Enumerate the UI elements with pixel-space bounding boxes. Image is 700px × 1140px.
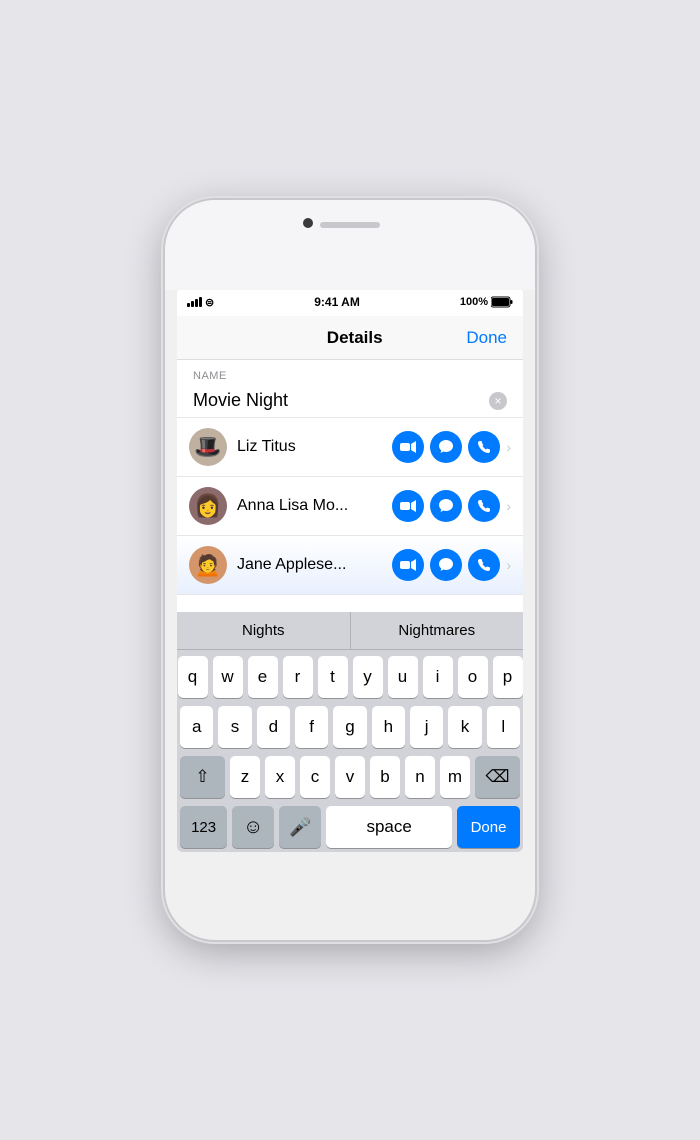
key-x[interactable]: x: [265, 756, 295, 798]
phone-btn-liz[interactable]: [468, 431, 500, 463]
key-p[interactable]: p: [493, 656, 523, 698]
video-btn-jane[interactable]: [392, 549, 424, 581]
avatar-anna: 👩: [189, 487, 227, 525]
chevron-jane: ›: [506, 557, 511, 573]
content-area: NAME Movie Night × 🎩 Liz Titus: [177, 360, 523, 612]
contact-actions-anna: [392, 490, 500, 522]
key-l[interactable]: l: [487, 706, 520, 748]
contact-name-jane: Jane Applese...: [237, 556, 392, 574]
front-camera: [303, 218, 313, 228]
status-right: 100%: [460, 296, 513, 308]
message-btn-jane[interactable]: [430, 549, 462, 581]
contact-actions-liz: [392, 431, 500, 463]
message-btn-liz[interactable]: [430, 431, 462, 463]
key-z[interactable]: z: [230, 756, 260, 798]
chevron-liz: ›: [506, 439, 511, 455]
bar2: [191, 301, 194, 307]
contact-name-liz: Liz Titus: [237, 438, 392, 456]
phone-screen: ⊜ 9:41 AM 100% Details Done NAME: [177, 288, 523, 852]
keyboard: q w e r t y u i o p a s d f g h j k: [177, 650, 523, 852]
bar4: [199, 297, 202, 307]
contact-row-liz: 🎩 Liz Titus ›: [177, 418, 523, 477]
key-q[interactable]: q: [178, 656, 208, 698]
battery-icon: [491, 296, 513, 308]
key-done[interactable]: Done: [457, 806, 520, 848]
earpiece-speaker: [320, 222, 380, 228]
key-space[interactable]: space: [326, 806, 452, 848]
key-o[interactable]: o: [458, 656, 488, 698]
key-mic[interactable]: 🎤: [279, 806, 321, 848]
phone-btn-jane[interactable]: [468, 549, 500, 581]
key-e[interactable]: e: [248, 656, 278, 698]
battery-label: 100%: [460, 296, 488, 308]
phone-btn-anna[interactable]: [468, 490, 500, 522]
nav-bar: Details Done: [177, 316, 523, 360]
clear-button[interactable]: ×: [489, 392, 507, 410]
message-btn-anna[interactable]: [430, 490, 462, 522]
video-btn-anna[interactable]: [392, 490, 424, 522]
contact-name-anna: Anna Lisa Mo...: [237, 497, 392, 515]
key-s[interactable]: s: [218, 706, 251, 748]
key-k[interactable]: k: [448, 706, 481, 748]
key-y[interactable]: y: [353, 656, 383, 698]
key-shift[interactable]: ⇧: [180, 756, 225, 798]
signal-icon: [187, 297, 202, 307]
key-row-2: a s d f g h j k l: [180, 706, 520, 748]
key-m[interactable]: m: [440, 756, 470, 798]
autocomplete-item-0[interactable]: Nights: [177, 612, 351, 649]
key-f[interactable]: f: [295, 706, 328, 748]
status-time: 9:41 AM: [314, 295, 360, 309]
bar3: [195, 299, 198, 307]
key-123[interactable]: 123: [180, 806, 227, 848]
key-a[interactable]: a: [180, 706, 213, 748]
phone-frame: ⊜ 9:41 AM 100% Details Done NAME: [165, 200, 535, 940]
done-button[interactable]: Done: [466, 328, 507, 348]
key-t[interactable]: t: [318, 656, 348, 698]
key-w[interactable]: w: [213, 656, 243, 698]
key-g[interactable]: g: [333, 706, 366, 748]
contact-row-anna: 👩 Anna Lisa Mo... ›: [177, 477, 523, 536]
key-n[interactable]: n: [405, 756, 435, 798]
key-h[interactable]: h: [372, 706, 405, 748]
status-left: ⊜: [187, 296, 214, 309]
key-emoji[interactable]: ☺: [232, 806, 274, 848]
key-j[interactable]: j: [410, 706, 443, 748]
key-d[interactable]: d: [257, 706, 290, 748]
key-v[interactable]: v: [335, 756, 365, 798]
video-btn-liz[interactable]: [392, 431, 424, 463]
key-row-3: ⇧ z x c v b n m ⌫: [180, 756, 520, 798]
name-section: NAME Movie Night ×: [177, 360, 523, 418]
bar1: [187, 303, 190, 307]
autocomplete-bar: Nights Nightmares: [177, 612, 523, 650]
avatar-jane: 🙍: [189, 546, 227, 584]
name-input-row: Movie Night ×: [193, 384, 507, 417]
avatar-liz: 🎩: [189, 428, 227, 466]
nav-title: Details: [327, 328, 383, 348]
wifi-icon: ⊜: [205, 296, 214, 309]
key-u[interactable]: u: [388, 656, 418, 698]
key-row-1: q w e r t y u i o p: [180, 656, 520, 698]
key-c[interactable]: c: [300, 756, 330, 798]
phone-top-hardware: [165, 200, 535, 290]
key-b[interactable]: b: [370, 756, 400, 798]
name-field-label: NAME: [193, 370, 507, 382]
add-contact-row[interactable]: + Add Contact: [177, 595, 523, 612]
key-row-bottom: 123 ☺ 🎤 space Done: [180, 806, 520, 848]
chevron-anna: ›: [506, 498, 511, 514]
contact-actions-jane: [392, 549, 500, 581]
autocomplete-item-1[interactable]: Nightmares: [351, 612, 524, 649]
key-i[interactable]: i: [423, 656, 453, 698]
name-value[interactable]: Movie Night: [193, 390, 489, 411]
key-delete[interactable]: ⌫: [475, 756, 520, 798]
contact-row-jane: 🙍 Jane Applese... ›: [177, 536, 523, 595]
key-r[interactable]: r: [283, 656, 313, 698]
status-bar: ⊜ 9:41 AM 100%: [177, 288, 523, 316]
